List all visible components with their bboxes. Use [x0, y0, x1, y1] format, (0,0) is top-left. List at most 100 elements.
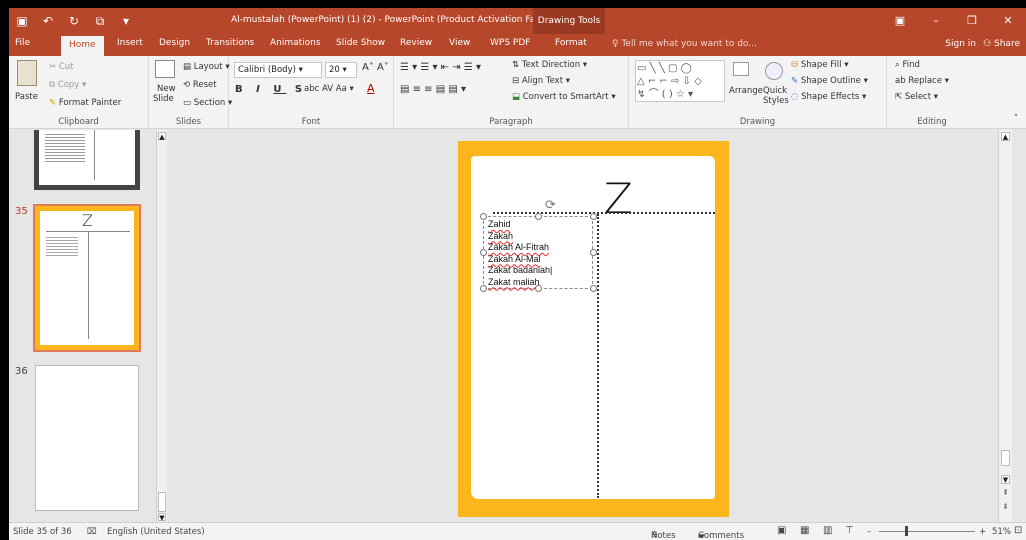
char-spacing-icon[interactable]: abc AV Aa ▾ — [304, 84, 354, 94]
new-slide-label-2[interactable]: Slide — [153, 94, 174, 104]
cut-button[interactable]: ✂ Cut — [49, 62, 73, 72]
slide-thumbnail-36[interactable] — [35, 365, 139, 511]
select-button[interactable]: ⇱ Select ▾ — [895, 92, 938, 102]
new-slide-icon[interactable] — [155, 60, 175, 78]
scrollbar-thumb[interactable] — [158, 492, 166, 512]
share-button[interactable]: ⚇ Share — [983, 39, 1020, 49]
save-icon[interactable]: ▣ — [9, 14, 35, 28]
font-size-select[interactable]: 20 ▾ — [325, 62, 357, 78]
quick-styles-label-1[interactable]: Quick — [763, 86, 787, 96]
reading-view-icon[interactable]: ▥ — [823, 525, 832, 536]
shape-outline-button[interactable]: ✎ Shape Outline ▾ — [791, 76, 868, 86]
tab-slide-show[interactable]: Slide Show — [336, 38, 385, 48]
tab-view[interactable]: View — [449, 38, 470, 48]
slide-thumbnail-35[interactable]: Z — [33, 204, 141, 352]
copy-button[interactable]: ⧉ Copy ▾ — [49, 80, 86, 90]
undo-icon[interactable]: ↶ — [35, 14, 61, 28]
zoom-slider[interactable] — [879, 531, 975, 532]
resize-handle[interactable] — [480, 213, 487, 220]
zoom-in-icon[interactable]: + — [979, 527, 986, 537]
sign-in-link[interactable]: Sign in — [945, 39, 976, 49]
normal-view-icon[interactable]: ▣ — [777, 525, 786, 536]
tab-wps-pdf[interactable]: WPS PDF — [490, 38, 530, 48]
zoom-out-icon[interactable]: – — [867, 527, 871, 537]
resize-handle[interactable] — [590, 249, 597, 256]
resize-handle[interactable] — [535, 213, 542, 220]
paste-icon[interactable] — [17, 60, 37, 86]
fit-to-window-icon[interactable]: ⊡ — [1014, 525, 1022, 536]
tab-animations[interactable]: Animations — [270, 38, 321, 48]
customize-qat-icon[interactable]: ▾ — [113, 14, 139, 28]
minimize-icon[interactable]: – — [918, 8, 954, 34]
scrollbar-thumb[interactable] — [1001, 450, 1010, 466]
resize-handle[interactable] — [535, 285, 542, 292]
scroll-down-icon[interactable]: ▼ — [1001, 475, 1010, 484]
restore-icon[interactable]: ❐ — [954, 8, 990, 34]
tab-format[interactable]: Format — [555, 38, 587, 48]
quick-styles-icon[interactable] — [765, 62, 783, 80]
tab-insert[interactable]: Insert — [117, 38, 143, 48]
tab-design[interactable]: Design — [159, 38, 190, 48]
reset-icon: ⟲ — [183, 80, 193, 90]
slide-heading[interactable]: Z — [604, 174, 633, 223]
find-button[interactable]: ⌕ Find — [895, 60, 920, 70]
language-indicator[interactable]: English (United States) — [107, 527, 205, 537]
slide-thumbnail-34[interactable] — [34, 130, 140, 190]
grow-font-icon[interactable]: A˄ A˅ — [362, 62, 389, 73]
convert-smartart-button[interactable]: ⬓ Convert to SmartArt ▾ — [512, 92, 616, 102]
align-icons[interactable]: ▤ ≡ ≡ ▤ ▤ ▾ — [400, 84, 466, 95]
scroll-up-icon[interactable]: ▲ — [158, 132, 166, 141]
reset-button[interactable]: ⟲ Reset — [183, 80, 217, 90]
scroll-down-icon[interactable]: ▼ — [158, 513, 166, 522]
tab-transitions[interactable]: Transitions — [206, 38, 254, 48]
shape-fill-button[interactable]: ⛁ Shape Fill ▾ — [791, 60, 848, 70]
resize-handle[interactable] — [480, 249, 487, 256]
paste-button[interactable]: Paste — [15, 92, 38, 102]
thumbnails-scrollbar[interactable]: ▲ ▼ — [156, 130, 167, 522]
ribbon-display-options-icon[interactable]: ▣ — [882, 8, 918, 34]
layout-button[interactable]: ▤ Layout ▾ — [183, 62, 230, 72]
previous-slide-icon[interactable]: ⇞ — [1001, 488, 1010, 497]
shapes-gallery[interactable]: ▭ ╲ ╲ ▢ ◯ △ ⌐ ⌐ ⇨ ⇩ ◇ ↯ ⌒ ( ) ☆ ▾ — [635, 60, 725, 102]
replace-button[interactable]: ab Replace ▾ — [895, 76, 949, 86]
rotate-handle-icon[interactable]: ⟳ — [543, 198, 558, 213]
font-name-select[interactable]: Calibri (Body) ▾ — [234, 62, 322, 78]
dotted-horizontal-line[interactable] — [493, 212, 715, 214]
font-format-buttons[interactable]: B I U S — [235, 84, 307, 95]
tab-file[interactable]: File — [15, 38, 30, 48]
bullets-icon[interactable]: ☰ ▾ ☰ ▾ ⇤ ⇥ ☰ ▾ — [400, 62, 481, 73]
resize-handle[interactable] — [590, 285, 597, 292]
format-painter-button[interactable]: ✎ Format Painter — [49, 98, 121, 108]
tab-home[interactable]: Home — [61, 36, 104, 56]
section-button[interactable]: ▭ Section ▾ — [183, 98, 232, 108]
align-text-button[interactable]: ⊟ Align Text ▾ — [512, 76, 570, 86]
drawing-group: ▭ ╲ ╲ ▢ ◯ △ ⌐ ⌐ ⇨ ⇩ ◇ ↯ ⌒ ( ) ☆ ▾ Arrange … — [629, 56, 887, 129]
start-from-beginning-icon[interactable]: ⧉ — [87, 14, 113, 29]
next-slide-icon[interactable]: ⇟ — [1001, 502, 1010, 511]
resize-handle[interactable] — [480, 285, 487, 292]
slide-show-icon[interactable]: ⊤ — [845, 525, 854, 536]
font-color-icon[interactable]: A — [367, 82, 375, 95]
text-box-content[interactable]: Zahid Zakah Zakah Al-Fitrah Zakah Al-Mal… — [488, 219, 552, 288]
zoom-level[interactable]: 51% — [992, 527, 1011, 537]
quick-styles-label-2[interactable]: Styles — [763, 96, 789, 106]
redo-icon[interactable]: ↻ — [61, 14, 87, 28]
current-slide[interactable]: Z ⟳ Zahid Zakah Zakah Al-Fitrah Zakah Al… — [458, 141, 729, 517]
scroll-up-icon[interactable]: ▲ — [1001, 132, 1010, 141]
tab-review[interactable]: Review — [400, 38, 432, 48]
arrange-icon[interactable] — [733, 62, 749, 76]
resize-handle[interactable] — [590, 213, 597, 220]
dotted-vertical-line[interactable] — [597, 214, 599, 498]
text-direction-button[interactable]: ⇅ Text Direction ▾ — [512, 60, 587, 70]
canvas-scrollbar[interactable]: ▲ ▼ ⇞ ⇟ — [998, 130, 1012, 522]
new-slide-label-1[interactable]: New — [157, 84, 176, 94]
close-icon[interactable]: ✕ — [990, 8, 1026, 34]
shape-effects-button[interactable]: ◌ Shape Effects ▾ — [791, 92, 866, 102]
slide-sorter-icon[interactable]: ▦ — [800, 525, 809, 536]
collapse-ribbon-icon[interactable]: ˄ — [1014, 114, 1018, 124]
selected-text-box[interactable]: Zahid Zakah Zakah Al-Fitrah Zakah Al-Mal… — [480, 213, 597, 292]
arrange-button[interactable]: Arrange — [729, 86, 763, 96]
spell-check-icon[interactable]: ⌧ — [87, 527, 97, 537]
zoom-slider-thumb[interactable] — [905, 526, 908, 536]
tell-me-search[interactable]: ♀ Tell me what you want to do... — [612, 39, 757, 49]
